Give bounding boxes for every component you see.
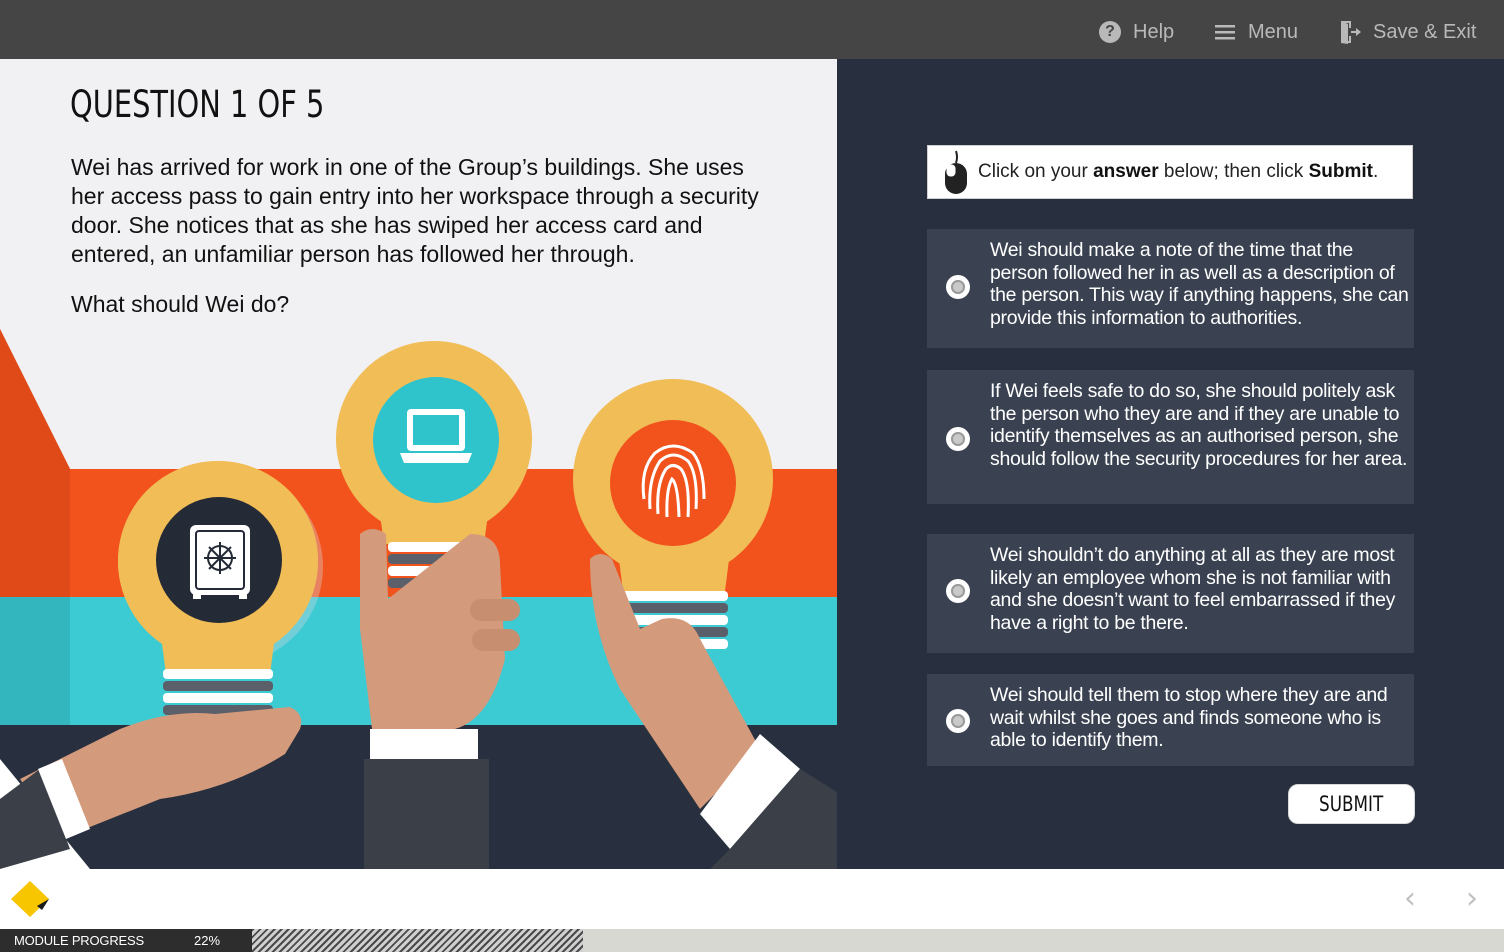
answer-text: Wei shouldn’t do anything at all as they…: [990, 544, 1396, 634]
answer-option-3[interactable]: Wei shouldn’t do anything at all as they…: [927, 534, 1414, 653]
question-panel: QUESTION 1 OF 5 Wei has arrived for work…: [0, 59, 837, 869]
footer-bar: ‹ ›: [0, 869, 1504, 929]
answers-panel: Click on your answer below; then click S…: [837, 59, 1504, 869]
progress-fill: [252, 929, 583, 952]
chevron-right-icon[interactable]: ›: [1466, 881, 1478, 916]
submit-button[interactable]: SUBMIT: [1288, 784, 1415, 824]
radio-button[interactable]: [946, 709, 970, 733]
chevron-left-icon[interactable]: ‹: [1404, 881, 1416, 916]
help-icon: ?: [1099, 21, 1121, 43]
help-label: Help: [1133, 20, 1175, 43]
progress-label-box: MODULE PROGRESS 22%: [0, 929, 252, 952]
instruction-text: Click on your answer below; then click S…: [978, 161, 1379, 182]
radio-button[interactable]: [946, 427, 970, 451]
brand-logo-icon: [11, 881, 49, 917]
radio-button[interactable]: [946, 579, 970, 603]
answer-text: Wei should tell them to stop where they …: [990, 684, 1388, 752]
save-exit-label: Save & Exit: [1373, 20, 1477, 43]
save-exit-button[interactable]: Save & Exit: [1339, 18, 1476, 46]
question-body: Wei has arrived for work in one of the G…: [71, 154, 759, 267]
progress-value: 22%: [194, 933, 221, 948]
radio-button[interactable]: [946, 275, 970, 299]
question-prompt: What should Wei do?: [71, 291, 290, 317]
help-button[interactable]: ? Help: [1099, 18, 1174, 46]
exit-door-icon: [1339, 20, 1361, 44]
top-bar: ? Help Menu Save & Exit: [0, 0, 1504, 59]
answer-text: Wei should make a note of the time that …: [990, 239, 1409, 329]
menu-button[interactable]: Menu: [1214, 18, 1298, 46]
answer-option-2[interactable]: If Wei feels safe to do so, she should p…: [927, 370, 1414, 504]
mouse-icon: [945, 150, 967, 194]
answer-option-4[interactable]: Wei should tell them to stop where they …: [927, 674, 1414, 766]
answer-text: If Wei feels safe to do so, she should p…: [990, 380, 1408, 470]
submit-label: SUBMIT: [1319, 792, 1384, 816]
lightbulbs-illustration: [0, 329, 837, 869]
answer-option-1[interactable]: Wei should make a note of the time that …: [927, 229, 1414, 348]
question-title: QUESTION 1 OF 5: [70, 83, 325, 126]
hamburger-menu-icon: [1214, 23, 1236, 41]
module-progress-bar: MODULE PROGRESS 22%: [0, 929, 1504, 952]
progress-label: MODULE PROGRESS: [14, 933, 144, 948]
menu-label: Menu: [1248, 20, 1299, 43]
instruction-box: Click on your answer below; then click S…: [927, 145, 1413, 199]
